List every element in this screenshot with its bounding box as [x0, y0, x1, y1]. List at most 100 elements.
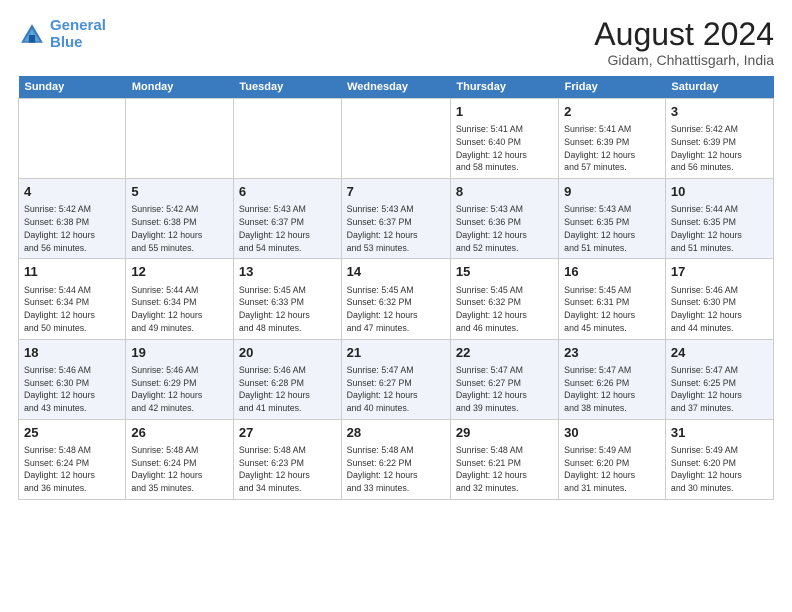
- day-info: Sunrise: 5:44 AM Sunset: 6:34 PM Dayligh…: [131, 284, 228, 335]
- day-info: Sunrise: 5:45 AM Sunset: 6:33 PM Dayligh…: [239, 284, 336, 335]
- day-number: 22: [456, 344, 553, 362]
- calendar-cell: 13 Sunrise: 5:45 AM Sunset: 6:33 PM Dayli…: [233, 259, 341, 339]
- page: General Blue August 2024 Gidam, Chhattis…: [0, 0, 792, 612]
- day-info: Sunrise: 5:49 AM Sunset: 6:20 PM Dayligh…: [564, 444, 660, 495]
- day-info: Sunrise: 5:44 AM Sunset: 6:34 PM Dayligh…: [24, 284, 120, 335]
- day-info: Sunrise: 5:46 AM Sunset: 6:29 PM Dayligh…: [131, 364, 228, 415]
- calendar-cell: [233, 99, 341, 179]
- calendar-cell: 11 Sunrise: 5:44 AM Sunset: 6:34 PM Dayli…: [19, 259, 126, 339]
- day-number: 26: [131, 424, 228, 442]
- calendar-week-1: 1 Sunrise: 5:41 AM Sunset: 6:40 PM Daylig…: [19, 99, 774, 179]
- day-number: 17: [671, 263, 768, 281]
- day-number: 9: [564, 183, 660, 201]
- calendar-cell: [19, 99, 126, 179]
- header-row: Sunday Monday Tuesday Wednesday Thursday…: [19, 76, 774, 99]
- day-number: 15: [456, 263, 553, 281]
- logo-text: General Blue: [50, 18, 106, 51]
- calendar-cell: 1 Sunrise: 5:41 AM Sunset: 6:40 PM Daylig…: [450, 99, 558, 179]
- col-tuesday: Tuesday: [233, 76, 341, 99]
- day-number: 10: [671, 183, 768, 201]
- calendar-cell: 3Sunrise: 5:42 AM Sunset: 6:39 PM Daylig…: [665, 99, 773, 179]
- calendar-cell: 2 Sunrise: 5:41 AM Sunset: 6:39 PM Daylig…: [559, 99, 666, 179]
- calendar-cell: 9 Sunrise: 5:43 AM Sunset: 6:35 PM Daylig…: [559, 179, 666, 259]
- day-number: 2: [564, 103, 660, 121]
- day-info: Sunrise: 5:41 AM Sunset: 6:40 PM Dayligh…: [456, 123, 553, 174]
- calendar-cell: 4 Sunrise: 5:42 AM Sunset: 6:38 PM Daylig…: [19, 179, 126, 259]
- logo: General Blue: [18, 18, 106, 51]
- day-number: 24: [671, 344, 768, 362]
- day-info: Sunrise: 5:46 AM Sunset: 6:30 PM Dayligh…: [671, 284, 768, 335]
- day-info: Sunrise: 5:47 AM Sunset: 6:26 PM Dayligh…: [564, 364, 660, 415]
- day-info: Sunrise: 5:42 AM Sunset: 6:38 PM Dayligh…: [131, 203, 228, 254]
- day-number: 30: [564, 424, 660, 442]
- calendar-cell: 31 Sunrise: 5:49 AM Sunset: 6:20 PM Dayli…: [665, 419, 773, 499]
- calendar-week-2: 4 Sunrise: 5:42 AM Sunset: 6:38 PM Daylig…: [19, 179, 774, 259]
- day-info: Sunrise: 5:43 AM Sunset: 6:36 PM Dayligh…: [456, 203, 553, 254]
- day-number: 21: [347, 344, 445, 362]
- calendar-week-5: 25 Sunrise: 5:48 AM Sunset: 6:24 PM Dayli…: [19, 419, 774, 499]
- col-saturday: Saturday: [665, 76, 773, 99]
- calendar-cell: 18 Sunrise: 5:46 AM Sunset: 6:30 PM Dayli…: [19, 339, 126, 419]
- main-title: August 2024: [594, 18, 774, 50]
- calendar-cell: 8 Sunrise: 5:43 AM Sunset: 6:36 PM Daylig…: [450, 179, 558, 259]
- day-info: Sunrise: 5:46 AM Sunset: 6:30 PM Dayligh…: [24, 364, 120, 415]
- day-number: 11: [24, 263, 120, 281]
- day-info: Sunrise: 5:48 AM Sunset: 6:22 PM Dayligh…: [347, 444, 445, 495]
- day-info: Sunrise: 5:43 AM Sunset: 6:37 PM Dayligh…: [239, 203, 336, 254]
- day-info: Sunrise: 5:41 AM Sunset: 6:39 PM Dayligh…: [564, 123, 660, 174]
- day-number: 31: [671, 424, 768, 442]
- col-thursday: Thursday: [450, 76, 558, 99]
- day-number: 20: [239, 344, 336, 362]
- day-number: 23: [564, 344, 660, 362]
- day-number: 28: [347, 424, 445, 442]
- calendar-cell: 5 Sunrise: 5:42 AM Sunset: 6:38 PM Daylig…: [126, 179, 234, 259]
- day-info: Sunrise: 5:45 AM Sunset: 6:31 PM Dayligh…: [564, 284, 660, 335]
- day-info: Sunrise: 5:47 AM Sunset: 6:27 PM Dayligh…: [456, 364, 553, 415]
- day-number: 6: [239, 183, 336, 201]
- day-info: Sunrise: 5:42 AM Sunset: 6:39 PM Dayligh…: [671, 123, 768, 174]
- logo-icon: [18, 21, 46, 49]
- day-number: 14: [347, 263, 445, 281]
- col-wednesday: Wednesday: [341, 76, 450, 99]
- calendar-cell: 28 Sunrise: 5:48 AM Sunset: 6:22 PM Dayli…: [341, 419, 450, 499]
- day-info: Sunrise: 5:48 AM Sunset: 6:24 PM Dayligh…: [24, 444, 120, 495]
- day-number: 18: [24, 344, 120, 362]
- calendar-cell: 22 Sunrise: 5:47 AM Sunset: 6:27 PM Dayli…: [450, 339, 558, 419]
- day-number: 16: [564, 263, 660, 281]
- calendar-cell: 24Sunrise: 5:47 AM Sunset: 6:25 PM Dayli…: [665, 339, 773, 419]
- day-info: Sunrise: 5:49 AM Sunset: 6:20 PM Dayligh…: [671, 444, 768, 495]
- day-number: 25: [24, 424, 120, 442]
- calendar-cell: 10 Sunrise: 5:44 AM Sunset: 6:35 PM Dayli…: [665, 179, 773, 259]
- day-number: 29: [456, 424, 553, 442]
- day-info: Sunrise: 5:48 AM Sunset: 6:24 PM Dayligh…: [131, 444, 228, 495]
- header: General Blue August 2024 Gidam, Chhattis…: [18, 18, 774, 68]
- day-number: 12: [131, 263, 228, 281]
- calendar-cell: 17 Sunrise: 5:46 AM Sunset: 6:30 PM Dayli…: [665, 259, 773, 339]
- calendar-cell: [341, 99, 450, 179]
- calendar-cell: 29Sunrise: 5:48 AM Sunset: 6:21 PM Dayli…: [450, 419, 558, 499]
- calendar-cell: 26 Sunrise: 5:48 AM Sunset: 6:24 PM Dayli…: [126, 419, 234, 499]
- calendar-cell: 21Sunrise: 5:47 AM Sunset: 6:27 PM Dayli…: [341, 339, 450, 419]
- day-info: Sunrise: 5:44 AM Sunset: 6:35 PM Dayligh…: [671, 203, 768, 254]
- day-info: Sunrise: 5:46 AM Sunset: 6:28 PM Dayligh…: [239, 364, 336, 415]
- calendar-week-3: 11 Sunrise: 5:44 AM Sunset: 6:34 PM Dayli…: [19, 259, 774, 339]
- day-info: Sunrise: 5:43 AM Sunset: 6:37 PM Dayligh…: [347, 203, 445, 254]
- day-info: Sunrise: 5:43 AM Sunset: 6:35 PM Dayligh…: [564, 203, 660, 254]
- day-number: 5: [131, 183, 228, 201]
- day-info: Sunrise: 5:42 AM Sunset: 6:38 PM Dayligh…: [24, 203, 120, 254]
- logo-line2: Blue: [50, 34, 83, 51]
- calendar-cell: 25 Sunrise: 5:48 AM Sunset: 6:24 PM Dayli…: [19, 419, 126, 499]
- day-number: 13: [239, 263, 336, 281]
- calendar-cell: 7Sunrise: 5:43 AM Sunset: 6:37 PM Daylig…: [341, 179, 450, 259]
- calendar-cell: [126, 99, 234, 179]
- day-number: 4: [24, 183, 120, 201]
- calendar-cell: 12 Sunrise: 5:44 AM Sunset: 6:34 PM Dayli…: [126, 259, 234, 339]
- day-number: 19: [131, 344, 228, 362]
- day-number: 1: [456, 103, 553, 121]
- calendar-cell: 16 Sunrise: 5:45 AM Sunset: 6:31 PM Dayli…: [559, 259, 666, 339]
- day-info: Sunrise: 5:45 AM Sunset: 6:32 PM Dayligh…: [456, 284, 553, 335]
- col-monday: Monday: [126, 76, 234, 99]
- calendar-cell: 20 Sunrise: 5:46 AM Sunset: 6:28 PM Dayli…: [233, 339, 341, 419]
- day-info: Sunrise: 5:45 AM Sunset: 6:32 PM Dayligh…: [347, 284, 445, 335]
- day-number: 8: [456, 183, 553, 201]
